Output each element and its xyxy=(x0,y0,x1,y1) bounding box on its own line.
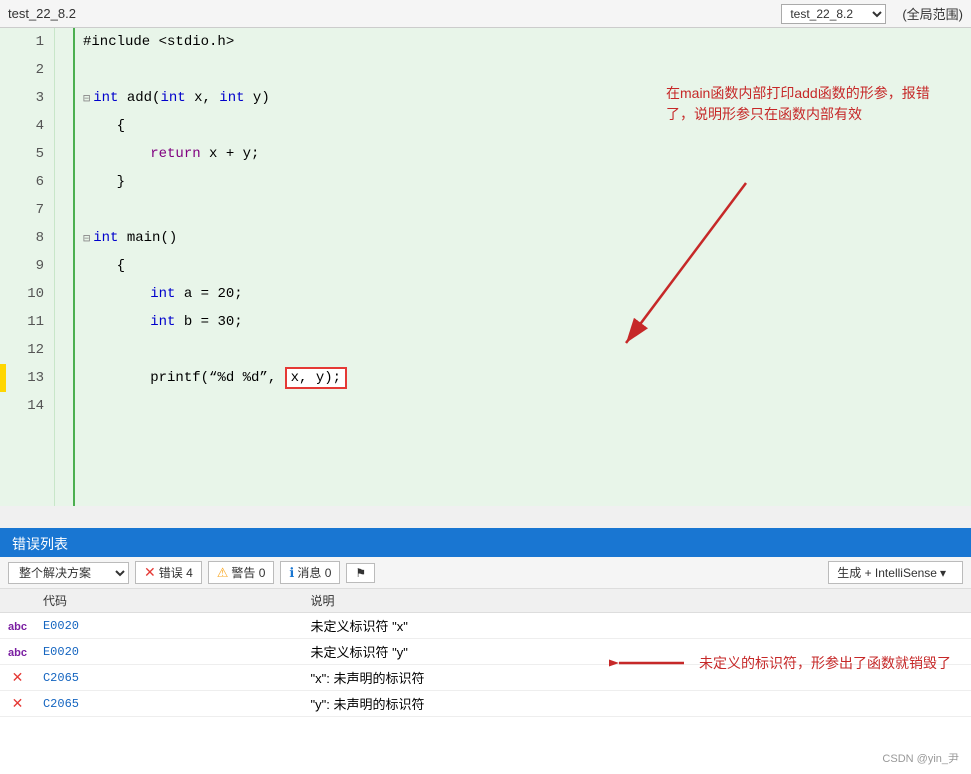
code-line-1: #include <stdio.h> xyxy=(83,28,971,56)
code-line-14 xyxy=(83,392,971,420)
info-count-button[interactable]: ℹ 消息 0 xyxy=(280,561,340,584)
code-line-10: int a = 20; xyxy=(83,280,971,308)
info-count-label: 消息 0 xyxy=(297,564,331,581)
line-num-4: 4 xyxy=(0,112,54,140)
error-table-header: 代码 说明 xyxy=(0,589,971,613)
error-row-4[interactable]: ✕ C2065 "y": 未声明的标识符 xyxy=(0,691,971,717)
editor-gutter xyxy=(55,28,75,506)
warning-count-label: 警告 0 xyxy=(231,564,265,581)
scope-dropdown[interactable]: 整个解决方案 xyxy=(8,562,129,584)
code-line-9: { xyxy=(83,252,971,280)
code-line-8: ⊟int main() xyxy=(83,224,971,252)
top-bar: test_22_8.2 test_22_8.2 (全局范围) xyxy=(0,0,971,28)
line-num-1: 1 xyxy=(0,28,54,56)
filter-icon: ⚑ xyxy=(355,566,366,580)
line-num-2: 2 xyxy=(0,56,54,84)
row3-icon: ✕ xyxy=(0,665,35,691)
warning-icon: ⚠ xyxy=(217,565,229,581)
col-code: 代码 xyxy=(35,589,303,613)
line-num-12: 12 xyxy=(0,336,54,364)
code-line-6: } xyxy=(83,168,971,196)
filter-button[interactable]: ⚑ xyxy=(346,563,375,583)
line-num-5: 5 xyxy=(0,140,54,168)
col-icon xyxy=(0,589,35,613)
annotation-block: 在main函数内部打印add函数的形参，报错了，说明形参只在函数内部有效 xyxy=(666,83,956,125)
intellisense-label: 生成 + IntelliSense xyxy=(837,564,937,581)
code-line-7 xyxy=(83,196,971,224)
file-title: test_22_8.2 xyxy=(8,6,781,21)
line-num-8: 8 xyxy=(0,224,54,252)
line-num-10: 10 xyxy=(0,280,54,308)
error-row-1[interactable]: abc E0020 未定义标识符 "x" xyxy=(0,613,971,639)
line-numbers: 1 2 3 4 5 6 7 8 9 10 11 12 13 14 xyxy=(0,28,55,506)
bottom-annotation: 未定义的标识符，形参出了函数就销毁了 xyxy=(609,649,951,677)
row1-icon: abc xyxy=(0,613,35,639)
code-line-12 xyxy=(83,336,971,364)
row4-icon: ✕ xyxy=(0,691,35,717)
line-num-9: 9 xyxy=(0,252,54,280)
code-line-2 xyxy=(83,56,971,84)
watermark: CSDN @yin_尹 xyxy=(882,750,959,766)
error-icon: ✕ xyxy=(144,564,156,581)
code-line-11: int b = 30; xyxy=(83,308,971,336)
error-panel-title: 错误列表 xyxy=(12,534,68,554)
line-num-13: 13 xyxy=(0,364,54,392)
row1-code: E0020 xyxy=(35,613,303,639)
warning-count-button[interactable]: ⚠ 警告 0 xyxy=(208,561,275,584)
col-desc: 说明 xyxy=(303,589,971,613)
file-dropdown[interactable]: test_22_8.2 xyxy=(781,4,886,24)
line-num-3: 3 xyxy=(0,84,54,112)
row4-code: C2065 xyxy=(35,691,303,717)
intellisense-arrow-icon: ▾ xyxy=(940,566,946,580)
bottom-annotation-text: 未定义的标识符，形参出了函数就销毁了 xyxy=(699,653,951,673)
code-line-5: return x + y; xyxy=(83,140,971,168)
line-num-14: 14 xyxy=(0,392,54,420)
error-panel-header: 错误列表 xyxy=(0,531,971,557)
error-toolbar: 整个解决方案 ✕ 错误 4 ⚠ 警告 0 ℹ 消息 0 ⚑ 生成 + Intel… xyxy=(0,557,971,589)
annotation-arrow xyxy=(606,173,806,373)
row4-desc: "y": 未声明的标识符 xyxy=(303,691,971,717)
line-num-11: 11 xyxy=(0,308,54,336)
row2-code: E0020 xyxy=(35,639,303,665)
error-count-button[interactable]: ✕ 错误 4 xyxy=(135,561,202,584)
error-panel: 错误列表 整个解决方案 ✕ 错误 4 ⚠ 警告 0 ℹ 消息 0 ⚑ 生成 + … xyxy=(0,528,971,774)
row3-code: C2065 xyxy=(35,665,303,691)
scope-label: (全局范围) xyxy=(902,4,963,23)
row2-icon: abc xyxy=(0,639,35,665)
line-num-7: 7 xyxy=(0,196,54,224)
row1-desc: 未定义标识符 "x" xyxy=(303,613,971,639)
info-icon: ℹ xyxy=(289,565,294,581)
annotation-text: 在main函数内部打印add函数的形参，报错了，说明形参只在函数内部有效 xyxy=(666,83,956,125)
error-count-label: 错误 4 xyxy=(159,564,193,581)
intellisense-button[interactable]: 生成 + IntelliSense ▾ xyxy=(828,561,963,584)
bottom-arrow-svg xyxy=(609,649,689,677)
line-num-6: 6 xyxy=(0,168,54,196)
code-line-13: printf(“%d %d”, x, y); xyxy=(83,364,971,392)
editor-area: 1 2 3 4 5 6 7 8 9 10 11 12 13 14 #includ… xyxy=(0,28,971,506)
